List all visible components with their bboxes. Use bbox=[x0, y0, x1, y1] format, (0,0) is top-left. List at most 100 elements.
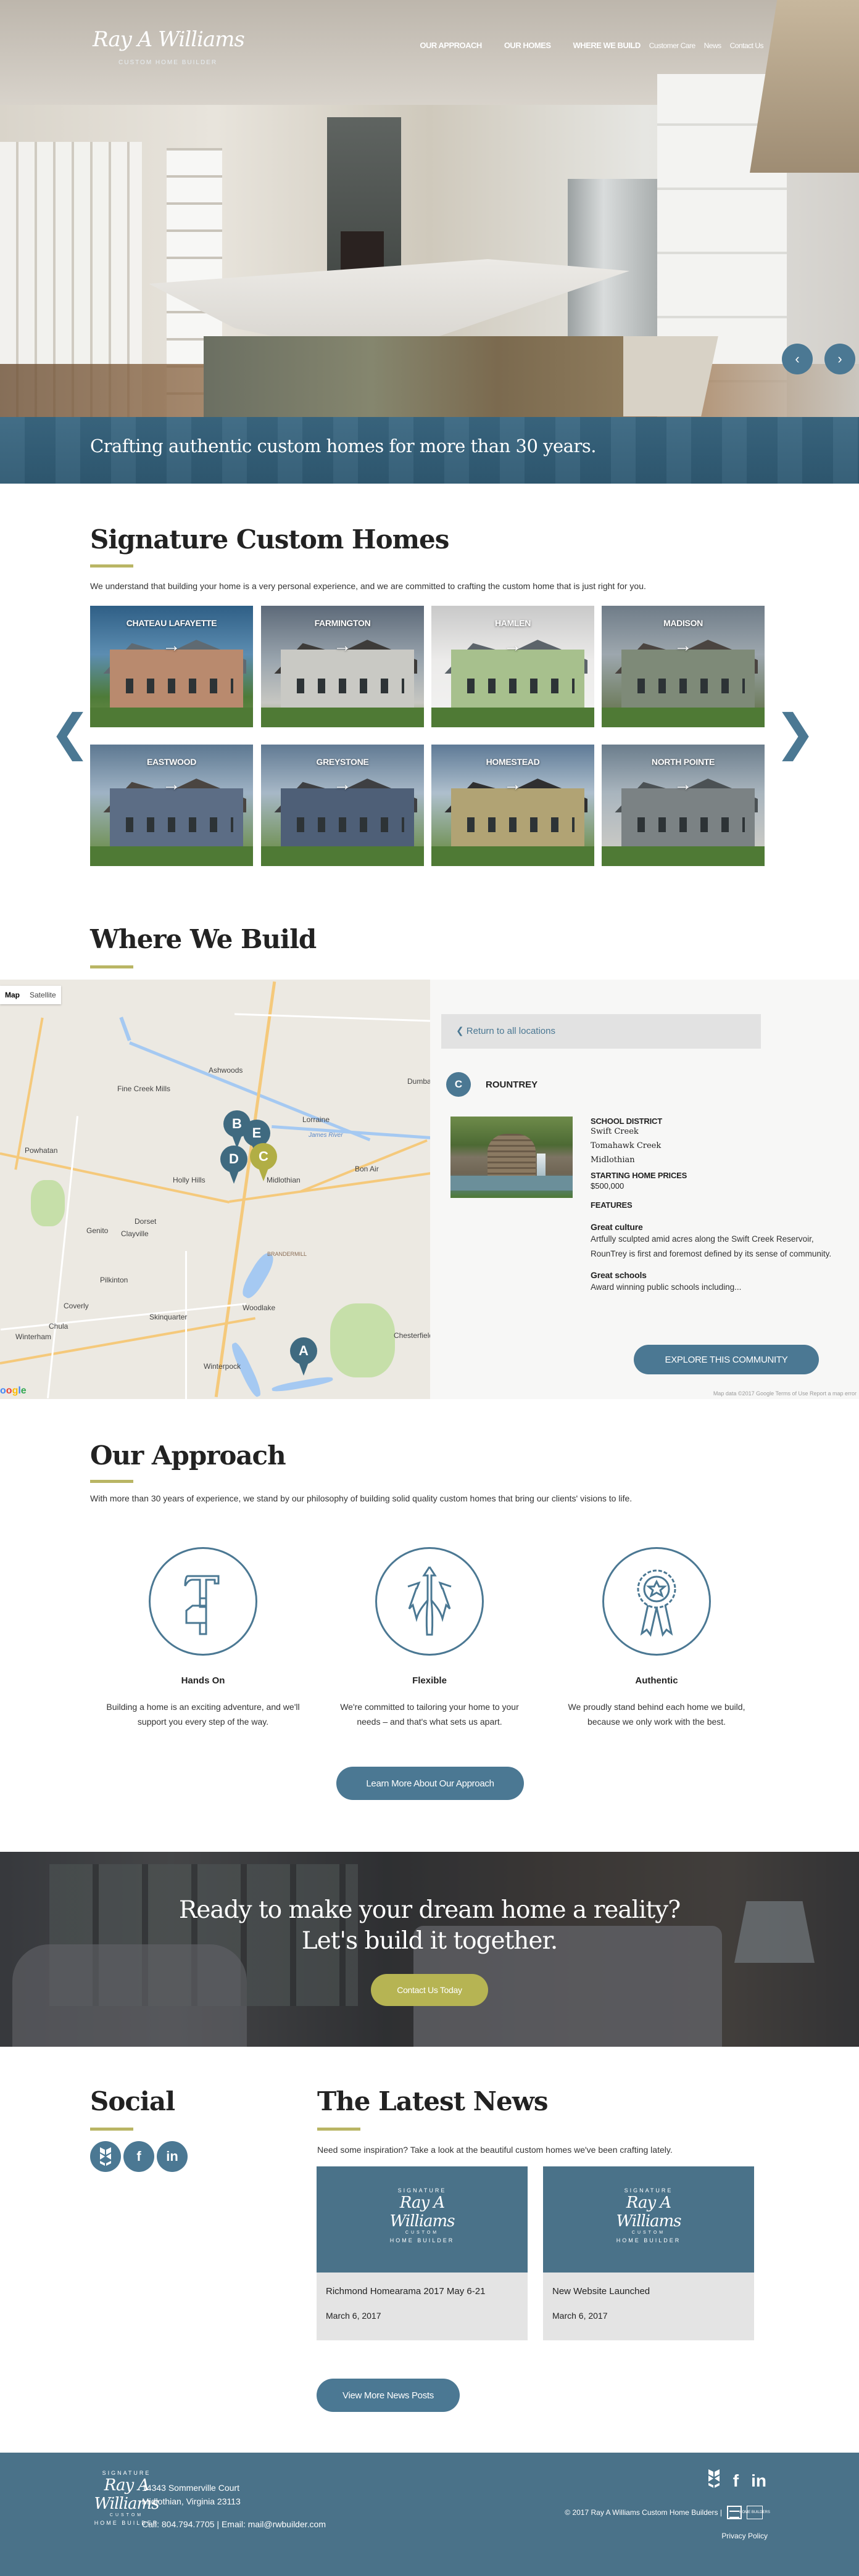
facebook-icon[interactable]: f bbox=[123, 2141, 154, 2172]
logo-subtitle: CUSTOM HOME BUILDER bbox=[118, 59, 218, 66]
pin-label: D bbox=[220, 1146, 247, 1173]
home-card[interactable]: HAMLEN → bbox=[431, 606, 594, 727]
emblem-top-text: SIGNATURE bbox=[102, 2470, 151, 2476]
chevron-right-icon: ❯ bbox=[774, 704, 816, 761]
hero-tagline: Crafting authentic custom homes for more… bbox=[90, 436, 596, 456]
nav-customer-care[interactable]: Customer Care bbox=[649, 41, 695, 50]
hero-photo-island-cabinets bbox=[204, 336, 623, 417]
view-more-news-button[interactable]: View More News Posts bbox=[317, 2379, 460, 2412]
news-card[interactable]: SIGNATURE Ray A Williams CUSTOM HOME BUI… bbox=[543, 2166, 754, 2340]
privacy-policy-link[interactable]: Privacy Policy bbox=[721, 2532, 768, 2540]
hero-prev-button[interactable]: ‹ bbox=[782, 344, 813, 374]
home-card-title: HOMESTEAD bbox=[486, 757, 540, 767]
home-card-title: CHATEAU LAFAYETTE bbox=[126, 618, 217, 628]
home-photo-lawn bbox=[90, 708, 253, 727]
award-ribbon-icon bbox=[602, 1547, 711, 1656]
map-type-satellite[interactable]: Satellite bbox=[25, 986, 61, 1004]
linkedin-icon[interactable]: in bbox=[751, 2471, 766, 2491]
map-pin-a[interactable]: A bbox=[290, 1337, 317, 1376]
map-place-label: James River bbox=[309, 1132, 343, 1139]
news-card-image: SIGNATURE Ray A Williams CUSTOM HOME BUI… bbox=[317, 2166, 528, 2273]
footer-contact[interactable]: Call: 804.794.7705 | Email: mail@rwbuild… bbox=[142, 2519, 326, 2529]
map-road bbox=[234, 1013, 432, 1022]
emblem-signature: Ray A Williams bbox=[616, 2194, 681, 2231]
map-place-label: Winterpock bbox=[204, 1362, 241, 1371]
homes-next-button[interactable]: ❯ bbox=[774, 708, 816, 758]
home-card[interactable]: EASTWOOD → bbox=[90, 745, 253, 866]
map-place-label: Lorraine bbox=[302, 1115, 330, 1124]
community-photo bbox=[450, 1117, 573, 1198]
home-card[interactable]: FARMINGTON → bbox=[261, 606, 424, 727]
where-title: Where We Build bbox=[90, 924, 317, 954]
homes-prev-button[interactable]: ❮ bbox=[49, 708, 91, 758]
return-to-locations-link[interactable]: ❮ Return to all locations bbox=[441, 1014, 761, 1049]
logo-script: Ray A Williams bbox=[93, 27, 245, 52]
nav-our-approach[interactable]: OUR APPROACH bbox=[420, 41, 482, 50]
hero-slider: Ray A Williams CUSTOM HOME BUILDER OUR A… bbox=[0, 0, 859, 417]
site-logo[interactable]: Ray A Williams CUSTOM HOME BUILDER bbox=[93, 27, 245, 70]
home-photo-windows bbox=[467, 679, 575, 693]
map-park bbox=[31, 1180, 65, 1226]
emblem-logo: SIGNATURE Ray A Williams CUSTOM HOME BUI… bbox=[602, 2187, 695, 2244]
map-park bbox=[330, 1303, 395, 1377]
news-title-link[interactable]: New Website Launched bbox=[552, 2286, 650, 2297]
map-type-map[interactable]: Map bbox=[0, 986, 25, 1004]
linkedin-icon[interactable]: in bbox=[157, 2141, 188, 2172]
site-header: Ray A Williams CUSTOM HOME BUILDER OUR A… bbox=[0, 19, 859, 66]
site-footer: SIGNATURE Ray A Williams CUSTOM HOME BUI… bbox=[0, 2453, 859, 2576]
map-place-label: Clayville bbox=[121, 1229, 149, 1238]
diverging-arrows-icon bbox=[375, 1547, 484, 1656]
feature-text: We're committed to tailoring your home t… bbox=[340, 1702, 519, 1727]
map-pin-c[interactable]: C bbox=[250, 1143, 277, 1181]
emblem-top-text: SIGNATURE bbox=[397, 2187, 447, 2194]
news-card-image: SIGNATURE Ray A Williams CUSTOM HOME BUI… bbox=[543, 2166, 754, 2273]
map-place-label: Winterham bbox=[15, 1332, 52, 1341]
nav-our-homes[interactable]: OUR HOMES bbox=[504, 41, 551, 50]
home-photo-lawn bbox=[261, 708, 424, 727]
footer-social-links: f in bbox=[707, 2469, 766, 2493]
facebook-icon[interactable]: f bbox=[733, 2471, 739, 2491]
approach-title: Our Approach bbox=[90, 1440, 286, 1471]
nav-where-we-build[interactable]: WHERE WE BUILD bbox=[573, 41, 641, 50]
explore-community-button[interactable]: EXPLORE THIS COMMUNITY bbox=[634, 1345, 819, 1374]
feature-text: Building a home is an exciting adventure… bbox=[106, 1702, 300, 1727]
map-place-label: Dorset bbox=[135, 1217, 157, 1226]
title-rule bbox=[90, 564, 133, 568]
features-label: FEATURES bbox=[591, 1200, 633, 1210]
houzz-icon[interactable] bbox=[90, 2141, 121, 2172]
community-map[interactable]: Map Satellite Ashwoods Fine Creek Mills Po… bbox=[0, 980, 859, 1399]
home-photo-windows bbox=[637, 679, 745, 693]
photo-pool bbox=[450, 1176, 573, 1191]
home-card[interactable]: MADISON → bbox=[602, 606, 765, 727]
home-card[interactable]: CHATEAU LAFAYETTE → bbox=[90, 606, 253, 727]
hero-next-button[interactable]: › bbox=[824, 344, 855, 374]
emblem-mid-text: CUSTOM bbox=[405, 2231, 439, 2235]
title-rule bbox=[90, 965, 133, 968]
arrow-right-icon: → bbox=[504, 635, 522, 656]
map-place-label: Coverly bbox=[64, 1302, 89, 1310]
main-nav: OUR APPROACH OUR HOMES WHERE WE BUILD Cu… bbox=[397, 41, 763, 50]
map-place-label: Fine Creek Mills bbox=[117, 1084, 171, 1093]
home-card[interactable]: NORTH POINTE → bbox=[602, 745, 765, 866]
nav-contact-us[interactable]: Contact Us bbox=[730, 41, 764, 50]
learn-more-approach-button[interactable]: Learn More About Our Approach bbox=[336, 1767, 524, 1800]
home-card[interactable]: HOMESTEAD → bbox=[431, 745, 594, 866]
title-rule bbox=[317, 2128, 360, 2131]
arrow-right-icon: → bbox=[162, 635, 181, 656]
map-canvas[interactable]: Map Satellite Ashwoods Fine Creek Mills Po… bbox=[0, 980, 444, 1399]
cta-line-2: Let's build it together. bbox=[301, 1927, 558, 1955]
contact-us-button[interactable]: Contact Us Today bbox=[371, 1974, 488, 2006]
feature-title: Hands On bbox=[181, 1675, 225, 1686]
chevron-left-icon: ‹ bbox=[795, 351, 800, 366]
home-card[interactable]: GREYSTONE → bbox=[261, 745, 424, 866]
map-attribution[interactable]: Map data ©2017 Google Terms of Use Repor… bbox=[713, 1390, 857, 1397]
houzz-icon[interactable] bbox=[707, 2469, 721, 2493]
footer-address: 14343 Sommerville Court Midlothian, Virg… bbox=[142, 2481, 241, 2508]
arrow-right-icon: → bbox=[674, 635, 692, 656]
news-card[interactable]: SIGNATURE Ray A Williams CUSTOM HOME BUI… bbox=[317, 2166, 528, 2340]
news-title-link[interactable]: Richmond Homearama 2017 May 6-21 bbox=[326, 2286, 485, 2297]
nav-news[interactable]: News bbox=[704, 41, 722, 50]
map-pin-d[interactable]: D bbox=[220, 1146, 247, 1184]
feature-title: Great culture bbox=[591, 1222, 643, 1232]
hammer-icon bbox=[149, 1547, 257, 1656]
